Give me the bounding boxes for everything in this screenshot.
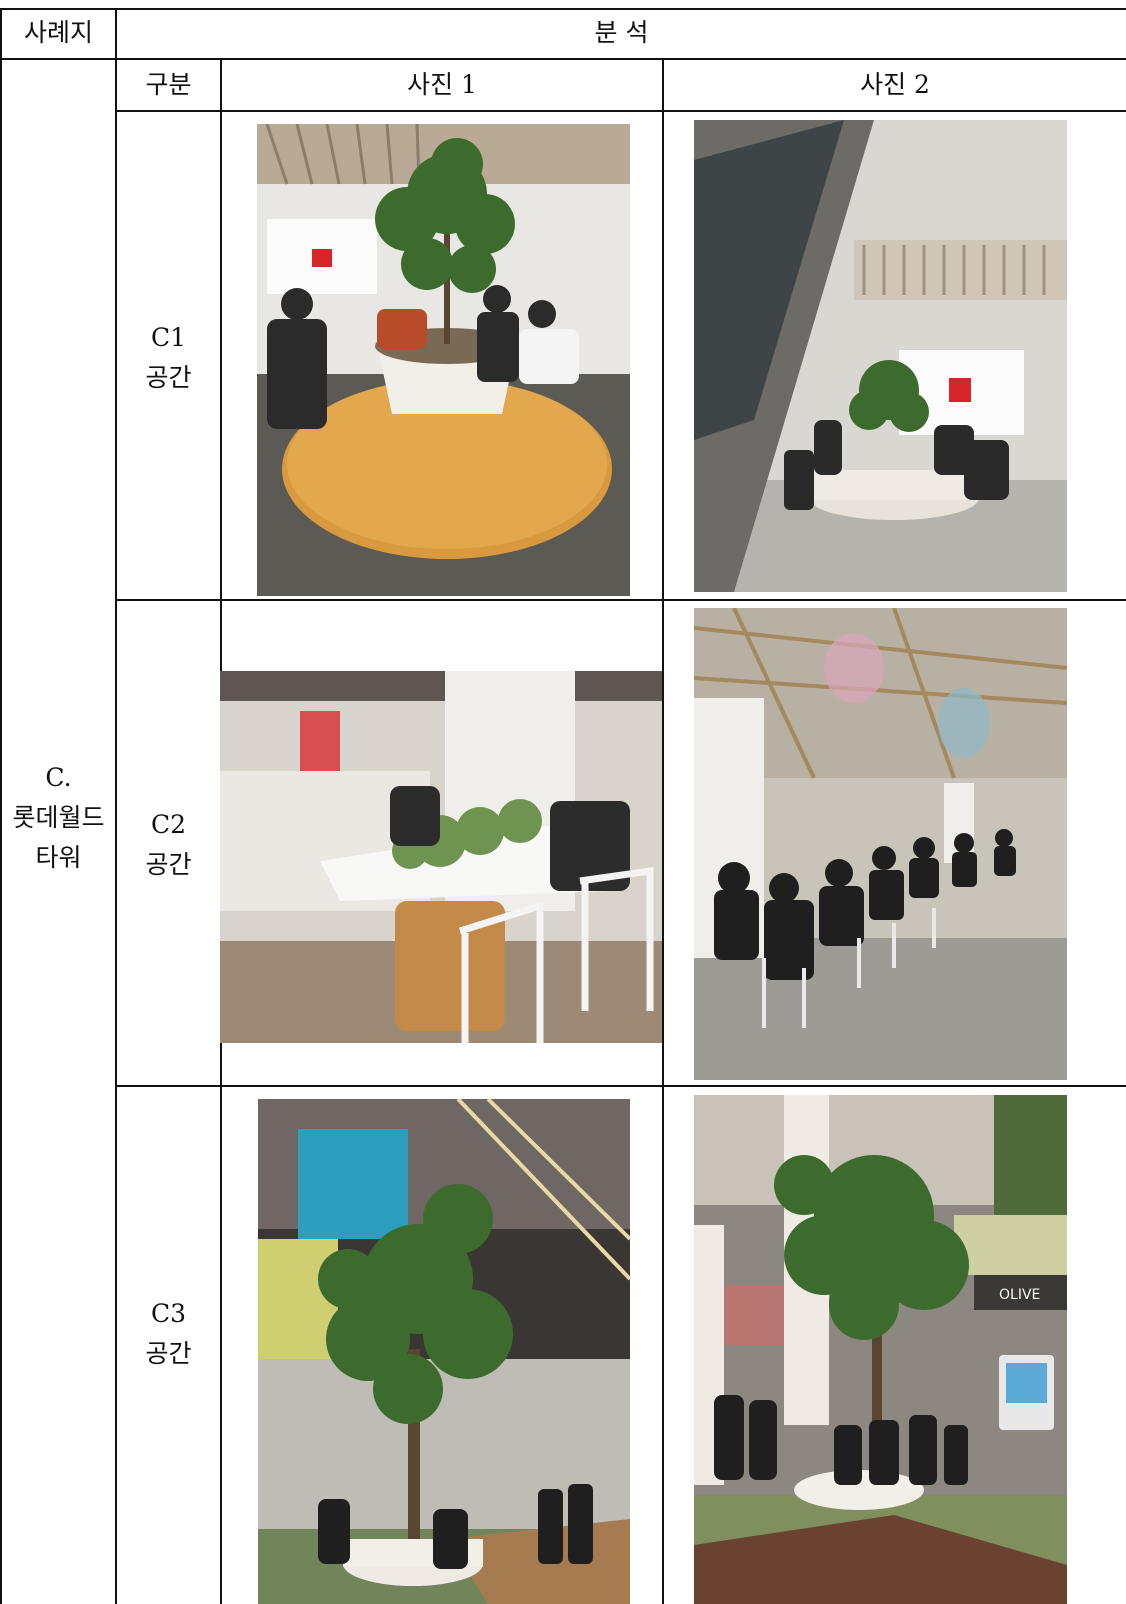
- table-border-header-bottom: [0, 58, 1126, 60]
- header-analysis: 분 석: [594, 18, 649, 47]
- site-name: C. 롯데월드 타워: [12, 763, 105, 872]
- row-label-c1: C1 공간: [145, 323, 192, 392]
- row-label-c3: C3 공간: [145, 1299, 192, 1368]
- photo-c1-2: [694, 120, 1067, 592]
- header-category: 구분: [145, 70, 192, 99]
- row-label-c2: C2 공간: [145, 810, 192, 879]
- photo-c2-1: [220, 671, 662, 1043]
- table-border-top: [0, 8, 1126, 10]
- uniqlo-sign: [949, 378, 971, 402]
- header-site: 사례지: [23, 18, 93, 47]
- photo-c3-2: OLIVE: [694, 1095, 1067, 1604]
- photo-c1-1: [257, 124, 630, 596]
- table-border-row2-bottom: [116, 1085, 1126, 1087]
- table-border-row1-bottom: [116, 599, 1126, 601]
- table-divider-photos: [662, 59, 664, 1604]
- photo-c3-1: [258, 1099, 630, 1604]
- header-photo-2: 사진 2: [860, 70, 930, 99]
- uniqlo-sign: [312, 249, 332, 267]
- olive-sign: OLIVE: [999, 1287, 1040, 1303]
- photo-c2-2: [694, 608, 1067, 1080]
- header-photo-1: 사진 1: [407, 70, 477, 99]
- table-border-subheader-bottom: [116, 110, 1126, 112]
